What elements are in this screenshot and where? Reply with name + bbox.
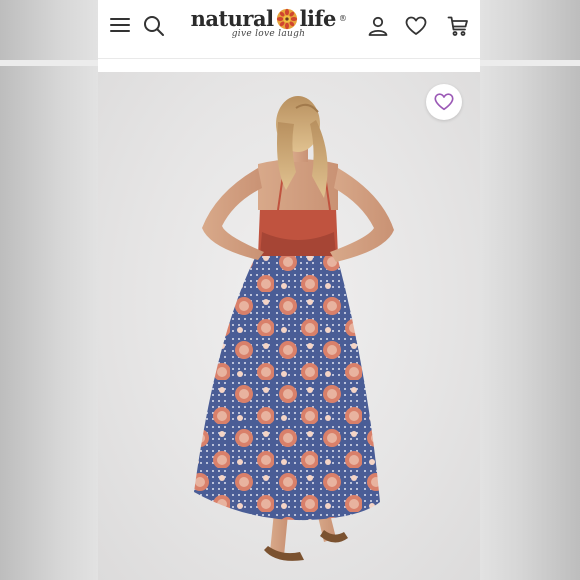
user-icon[interactable] [366,14,390,38]
cart-icon[interactable] [446,14,470,38]
background-blur-right [480,0,580,580]
search-icon[interactable] [142,14,166,38]
brand-name-left: natural [190,6,275,31]
heart-icon[interactable] [404,14,428,38]
product-image[interactable] [98,72,480,580]
brand-logo[interactable]: natural life ® give love laugh [186,6,351,54]
product-wishlist-button[interactable] [426,84,462,120]
mobile-screen: natural life ® give love laugh [98,0,480,580]
hamburger-icon[interactable] [110,17,130,33]
brand-name-right: life [299,6,337,31]
heart-outline-icon [434,93,454,111]
site-header: natural life ® give love laugh [98,0,480,59]
model-in-dress-illustration [194,96,394,561]
flower-logo-icon [276,8,297,29]
background-blur-left [0,0,98,580]
trademark-symbol: ® [338,14,347,23]
